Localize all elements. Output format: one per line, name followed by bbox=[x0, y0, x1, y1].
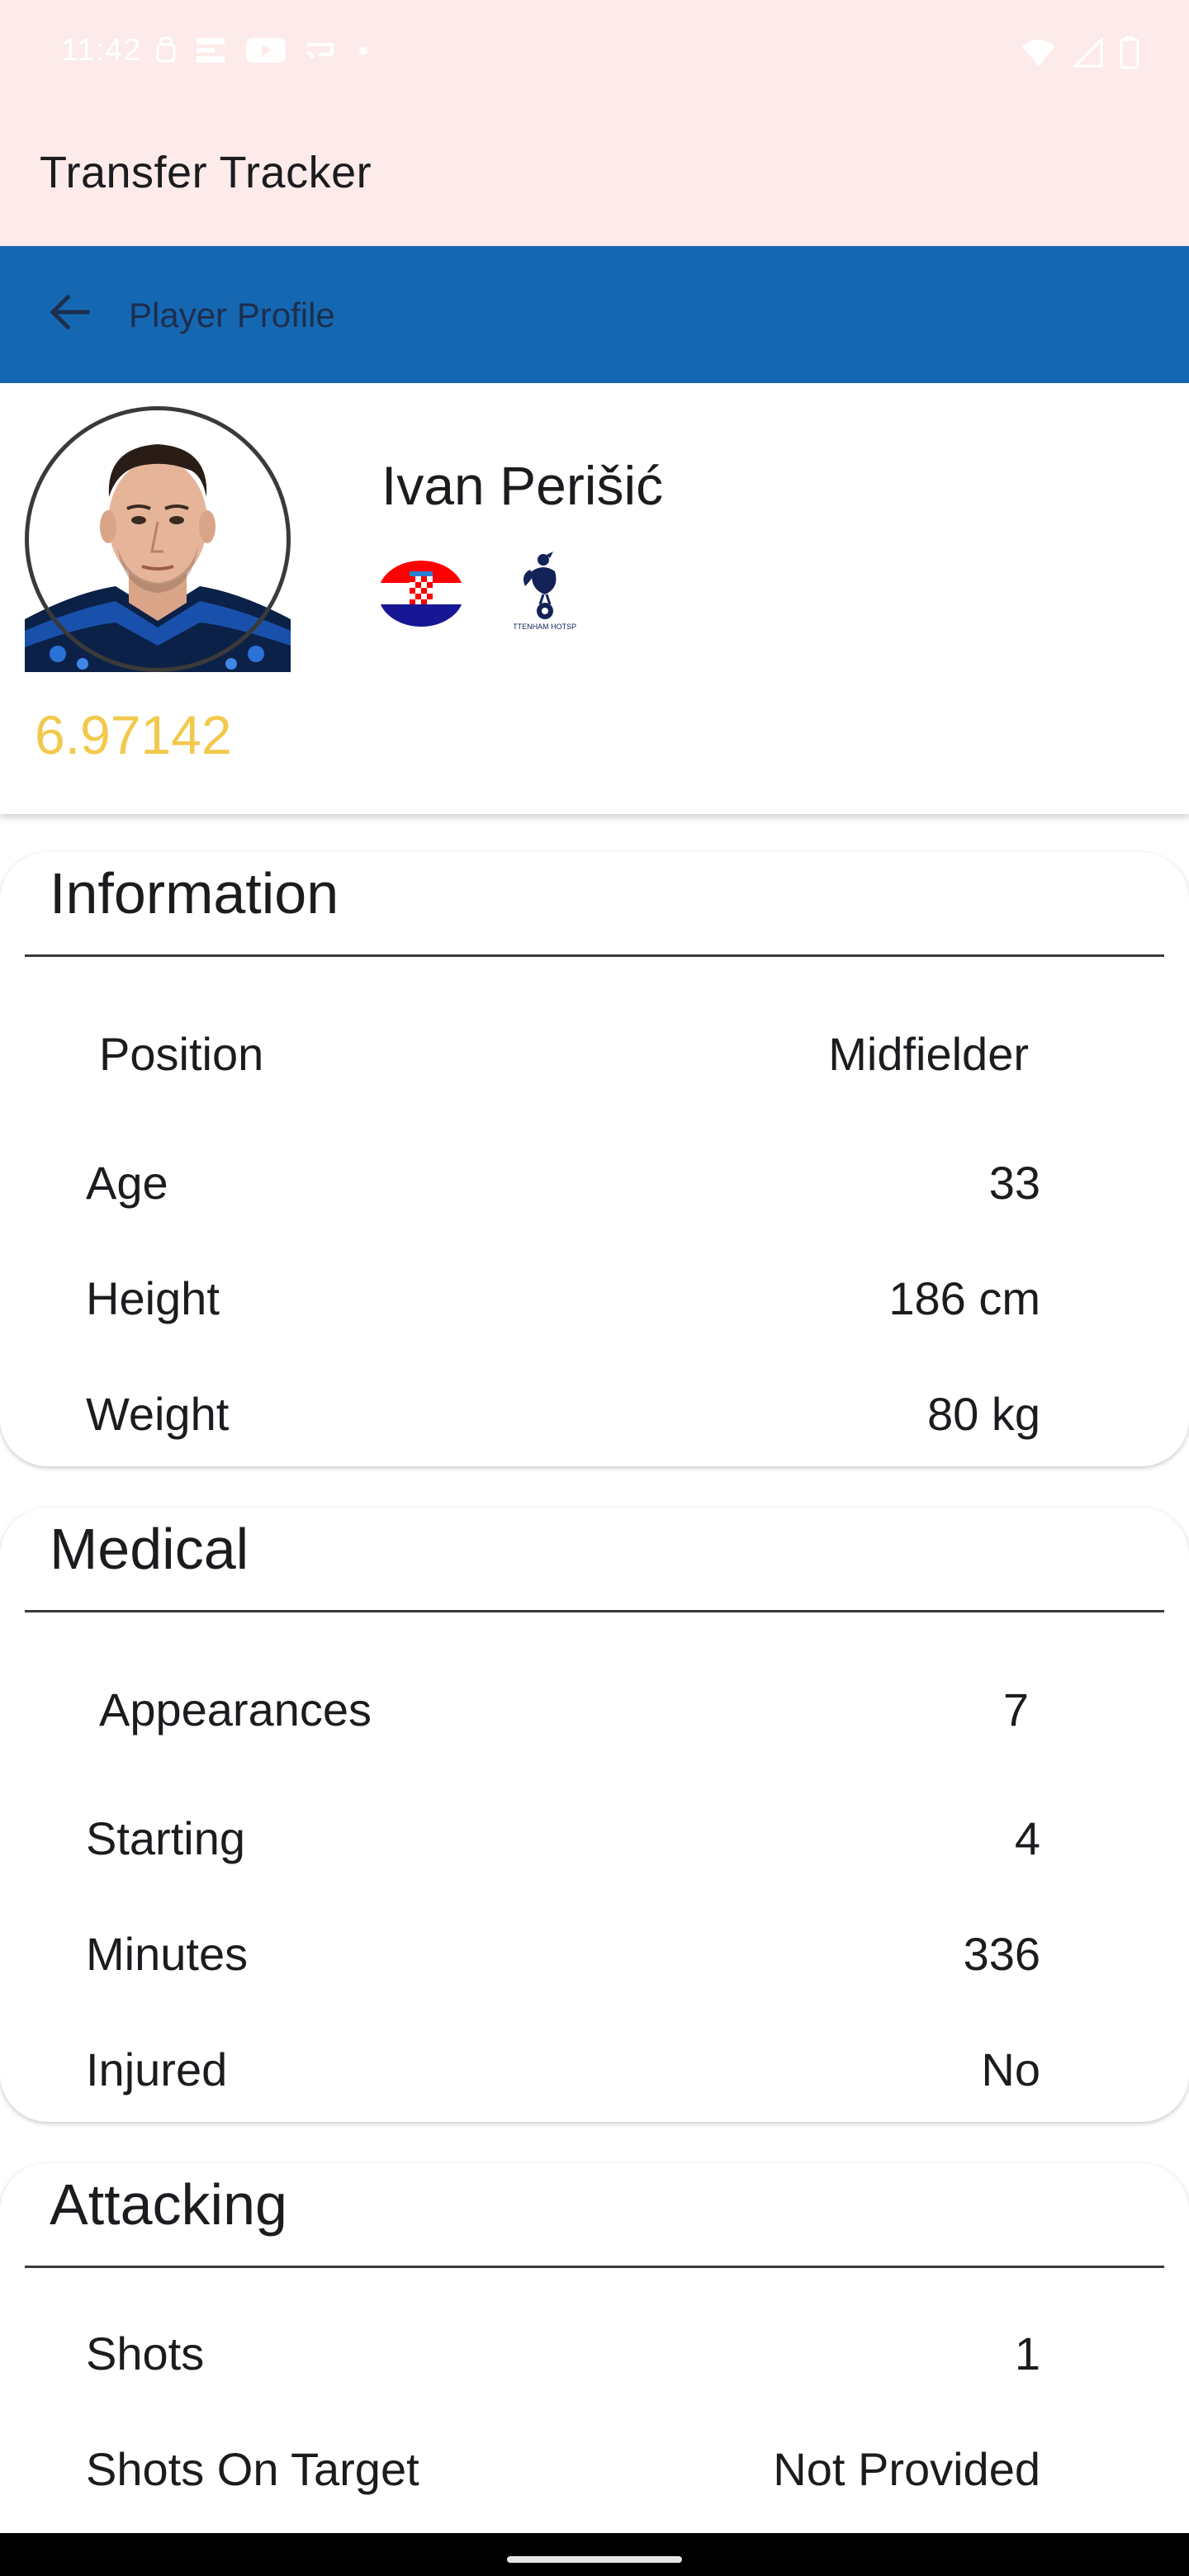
club-crest-text: TOTTENHAM HOTSPUR bbox=[514, 623, 576, 631]
tottenham-hotspur-crest-icon: TOTTENHAM HOTSPUR bbox=[503, 547, 588, 644]
section-title-attacking: Attacking bbox=[50, 2172, 287, 2237]
info-row-age: Age 33 bbox=[0, 1143, 1189, 1225]
cellular-signal-icon bbox=[1073, 38, 1103, 68]
row-label: Age bbox=[86, 1157, 168, 1209]
row-label: Starting bbox=[86, 1812, 245, 1864]
wifi-icon bbox=[1022, 40, 1055, 66]
app-title: Transfer Tracker bbox=[40, 148, 372, 197]
row-label: Shots On Target bbox=[86, 2443, 419, 2495]
player-profile-toolbar: Player Profile bbox=[0, 246, 1189, 383]
croatia-flag-icon bbox=[377, 558, 466, 629]
section-title-medical: Medical bbox=[50, 1517, 249, 1581]
row-label: Height bbox=[86, 1272, 220, 1324]
back-button[interactable] bbox=[35, 277, 104, 347]
battery-icon bbox=[1120, 36, 1139, 69]
row-label: Weight bbox=[86, 1388, 230, 1440]
player-name: Ivan Perišić bbox=[381, 455, 664, 516]
section-title-information: Information bbox=[50, 861, 339, 926]
info-row-height: Height 186 cm bbox=[0, 1258, 1189, 1341]
row-value: 7 bbox=[1002, 1683, 1029, 1735]
player-avatar bbox=[25, 406, 291, 672]
attacking-row-shots: Shots 1 bbox=[0, 2313, 1189, 2396]
android-robot-icon bbox=[156, 36, 176, 63]
row-label: Appearances bbox=[99, 1683, 372, 1735]
row-value: 336 bbox=[963, 1928, 1040, 1980]
row-value: Midfielder bbox=[828, 1028, 1029, 1080]
youtube-icon bbox=[246, 38, 286, 63]
player-header-card: Ivan Perišić TTENHAM HOTSP 6.97142 bbox=[0, 385, 1189, 814]
toolbar-title: Player Profile bbox=[129, 296, 335, 334]
news-icon bbox=[197, 38, 225, 63]
player-rating: 6.97142 bbox=[35, 704, 232, 765]
status-time: 11:42 bbox=[61, 33, 142, 68]
info-row-position: Position Midfielder bbox=[0, 1014, 1189, 1096]
row-label: Shots bbox=[86, 2327, 205, 2379]
status-system-icons bbox=[1021, 36, 1139, 69]
status-notification-icons bbox=[155, 36, 372, 64]
section-divider bbox=[25, 2266, 1164, 2268]
row-value: 1 bbox=[1014, 2327, 1040, 2379]
row-label: Position bbox=[99, 1028, 264, 1080]
medical-row-starting: Starting 4 bbox=[0, 1798, 1189, 1881]
row-value: 4 bbox=[1014, 1812, 1040, 1864]
arrow-back-icon bbox=[50, 294, 90, 330]
system-navigation-bar bbox=[0, 2533, 1189, 2576]
row-value: 80 kg bbox=[927, 1388, 1040, 1440]
row-value: 33 bbox=[988, 1157, 1040, 1209]
info-row-weight: Weight 80 kg bbox=[0, 1374, 1189, 1456]
row-label: Minutes bbox=[86, 1928, 249, 1980]
row-value: No bbox=[981, 2043, 1040, 2095]
dot-icon bbox=[359, 47, 367, 55]
information-card: Information Position Midfielder Age 33 H… bbox=[0, 852, 1189, 1466]
medical-row-minutes: Minutes 336 bbox=[0, 1914, 1189, 1996]
status-bar: 11:42 bbox=[0, 0, 1189, 107]
home-gesture-handle[interactable] bbox=[507, 2556, 682, 2563]
row-value: Not Provided bbox=[773, 2443, 1040, 2495]
avatar-ring bbox=[25, 406, 291, 672]
medical-card: Medical Appearances 7 Starting 4 Minutes… bbox=[0, 1508, 1189, 2122]
section-divider bbox=[25, 1610, 1164, 1612]
row-value: 186 cm bbox=[888, 1272, 1040, 1324]
row-label: Injured bbox=[86, 2043, 228, 2095]
attacking-row-shots-on-target: Shots On Target Not Provided bbox=[0, 2429, 1189, 2512]
medical-row-injured: Injured No bbox=[0, 2029, 1189, 2112]
cast-icon bbox=[306, 43, 334, 59]
attacking-card: Attacking Shots 1 Shots On Target Not Pr… bbox=[0, 2163, 1189, 2576]
medical-row-appearances: Appearances 7 bbox=[0, 1669, 1189, 1752]
section-divider bbox=[25, 954, 1164, 957]
